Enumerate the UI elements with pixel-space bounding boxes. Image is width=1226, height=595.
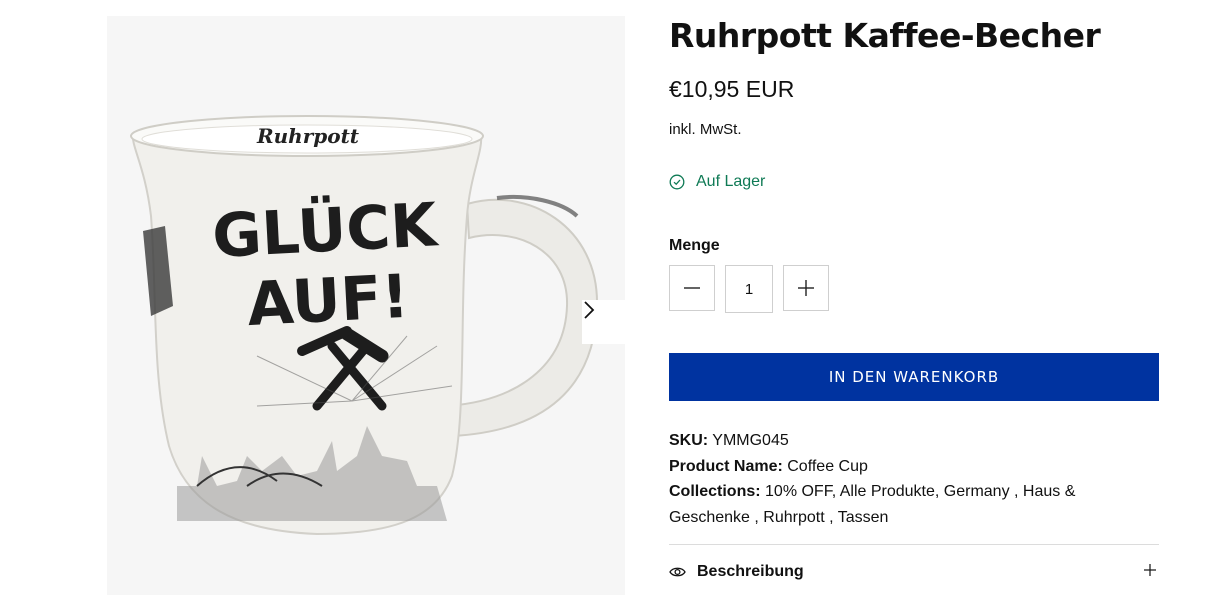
add-to-cart-button[interactable]: IN DEN WARENKORB <box>669 353 1159 401</box>
product-title: Ruhrpott Kaffee-Becher <box>669 16 1101 55</box>
eye-icon <box>669 567 686 577</box>
quantity-input[interactable] <box>725 265 773 313</box>
next-image-button[interactable] <box>582 300 625 344</box>
product-name-row: Product Name: Coffee Cup <box>669 454 1099 480</box>
expand-plus-icon <box>1144 564 1156 576</box>
minus-icon <box>684 287 700 289</box>
mug-brand-text: Ruhrpott <box>256 124 360 148</box>
product-gallery: Ruhrpott GLÜCK AUF! <box>107 16 625 595</box>
collections-label: Collections: <box>669 483 761 500</box>
chevron-right-icon <box>584 301 595 319</box>
check-circle-icon <box>669 174 685 190</box>
quantity-label: Menge <box>669 237 720 254</box>
product-meta: SKU: YMMG045 Product Name: Coffee Cup Co… <box>669 428 1099 530</box>
description-accordion[interactable]: Beschreibung <box>669 560 1159 584</box>
tax-note: inkl. MwSt. <box>669 121 742 138</box>
product-price: €10,95 EUR <box>669 76 795 102</box>
decrease-quantity-button[interactable] <box>669 265 715 311</box>
divider <box>669 544 1159 545</box>
stock-status: Auf Lager <box>669 173 765 191</box>
collections-row: Collections: 10% OFF, Alle Produkte, Ger… <box>669 479 1099 530</box>
product-image: Ruhrpott GLÜCK AUF! <box>130 115 599 536</box>
mug-slogan-line2: AUF! <box>246 262 411 340</box>
product-name-value: Coffee Cup <box>787 457 868 475</box>
description-label: Beschreibung <box>697 563 804 580</box>
increase-quantity-button[interactable] <box>783 265 829 311</box>
quantity-stepper <box>669 265 829 313</box>
stock-label: Auf Lager <box>696 173 766 190</box>
sku-label: SKU: <box>669 432 709 449</box>
product-name-label: Product Name: <box>669 457 783 475</box>
sku-value: YMMG045 <box>712 432 789 449</box>
mug-slogan-line1: GLÜCK <box>211 189 442 272</box>
sku-row: SKU: YMMG045 <box>669 428 1099 454</box>
plus-icon <box>798 280 814 296</box>
